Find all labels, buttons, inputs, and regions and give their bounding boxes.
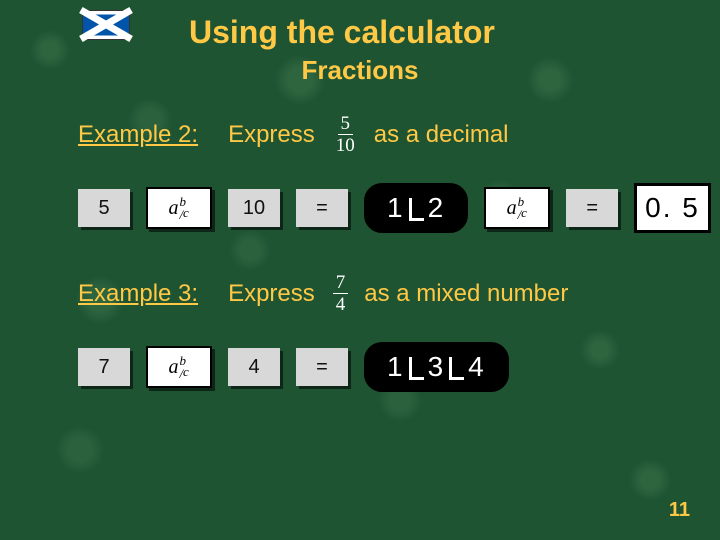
key-equals: = — [566, 189, 618, 227]
example-3-prompt: Example 3: Express 7 4 as a mixed number — [0, 273, 720, 314]
key-5: 5 — [78, 189, 130, 227]
calculator-display-1-2: 1 2 — [364, 183, 468, 233]
example-2-prompt: Example 2: Express 5 10 as a decimal — [0, 114, 720, 155]
fraction-5-10: 5 10 — [333, 114, 358, 155]
as-a-mixed-number: as a mixed number — [364, 280, 568, 308]
express-word: Express — [228, 121, 315, 149]
example-3-sequence: 7 a b/ bc 4 = 1 3 4 — [0, 342, 720, 392]
page-number: 11 — [669, 499, 690, 522]
fraction-separator-icon — [449, 357, 464, 380]
calculator-display-1-3-4: 1 3 4 — [364, 342, 509, 392]
key-equals: = — [296, 189, 348, 227]
key-7: 7 — [78, 348, 130, 386]
key-abc-fraction: a b/ bc — [484, 187, 550, 229]
example-2-label: Example 2: — [78, 121, 198, 149]
scotland-flag-icon — [82, 10, 130, 40]
key-equals: = — [296, 348, 348, 386]
key-abc-fraction: a b/ bc — [146, 346, 212, 388]
result-0-5: 0. 5 — [634, 183, 711, 233]
fraction-separator-icon — [409, 357, 424, 380]
example-3-label: Example 3: — [78, 280, 198, 308]
express-word: Express — [228, 280, 315, 308]
fraction-7-4: 7 4 — [333, 273, 349, 314]
key-abc-fraction: a b/ bc — [146, 187, 212, 229]
fraction-separator-icon — [409, 198, 424, 221]
as-a-decimal: as a decimal — [374, 121, 509, 149]
key-4: 4 — [228, 348, 280, 386]
page-title: Using the calculator — [189, 14, 495, 51]
key-10: 10 — [228, 189, 280, 227]
page-subtitle: Fractions — [0, 55, 720, 86]
example-2-sequence: 5 a b/ bc 10 = 1 2 a b/ bc = 0. 5 — [0, 183, 720, 233]
